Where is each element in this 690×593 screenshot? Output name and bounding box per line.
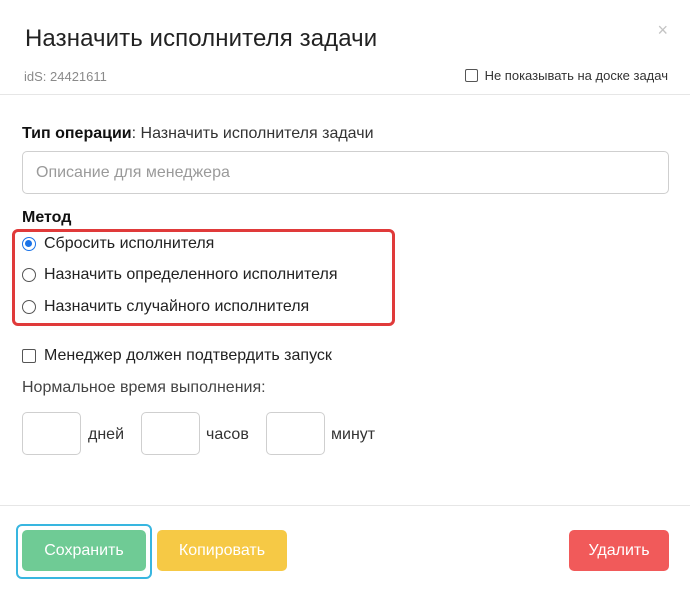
normal-time-label: Нормальное время выполнения: (22, 379, 266, 396)
dialog-footer: Сохранить Копировать Удалить (0, 505, 690, 593)
method-option-random[interactable]: Назначить случайного исполнителя (22, 298, 309, 316)
method-option-specific[interactable]: Назначить определенного исполнителя (22, 266, 338, 284)
hours-input[interactable] (141, 412, 200, 455)
method-label: Метод (22, 209, 72, 226)
hours-unit-label: часов (206, 426, 249, 443)
manager-confirm-label: Менеджер должен подтвердить запуск (44, 347, 332, 364)
assign-executor-dialog: Назначить исполнителя задачи × idS: 2442… (0, 0, 690, 593)
radio-specific[interactable] (22, 268, 36, 282)
manager-confirm-toggle[interactable]: Менеджер должен подтвердить запуск (22, 347, 332, 365)
task-id-label: idS: 24421611 (24, 69, 107, 84)
hide-on-board-checkbox[interactable] (464, 69, 478, 82)
method-option-label: Назначить определенного исполнителя (44, 266, 338, 283)
dialog-header: Назначить исполнителя задачи × idS: 2442… (0, 0, 690, 95)
days-unit-label: дней (88, 426, 125, 443)
method-option-label: Сбросить исполнителя (44, 235, 215, 252)
operation-type-label: Тип операции (22, 125, 132, 142)
manager-confirm-checkbox[interactable] (22, 349, 36, 363)
copy-button[interactable]: Копировать (157, 530, 287, 571)
radio-reset[interactable] (22, 237, 36, 251)
save-button[interactable]: Сохранить (22, 530, 146, 571)
minutes-unit-label: минут (331, 426, 376, 443)
radio-random[interactable] (22, 300, 36, 314)
delete-button[interactable]: Удалить (569, 530, 669, 571)
dialog-body: Тип операции: Назначить исполнителя зада… (0, 95, 690, 505)
dialog-title: Назначить исполнителя задачи (25, 25, 378, 52)
method-option-reset[interactable]: Сбросить исполнителя (22, 235, 214, 253)
manager-description-input[interactable] (22, 151, 669, 194)
operation-type-line: Тип операции: Назначить исполнителя зада… (22, 125, 374, 143)
days-input[interactable] (22, 412, 81, 455)
method-option-label: Назначить случайного исполнителя (44, 298, 310, 315)
hide-on-board-toggle[interactable]: Не показывать на доске задач (464, 68, 668, 83)
close-icon[interactable]: × (657, 21, 668, 39)
minutes-input[interactable] (266, 412, 325, 455)
operation-type-value: : Назначить исполнителя задачи (131, 125, 374, 142)
hide-on-board-label: Не показывать на доске задач (484, 68, 668, 83)
